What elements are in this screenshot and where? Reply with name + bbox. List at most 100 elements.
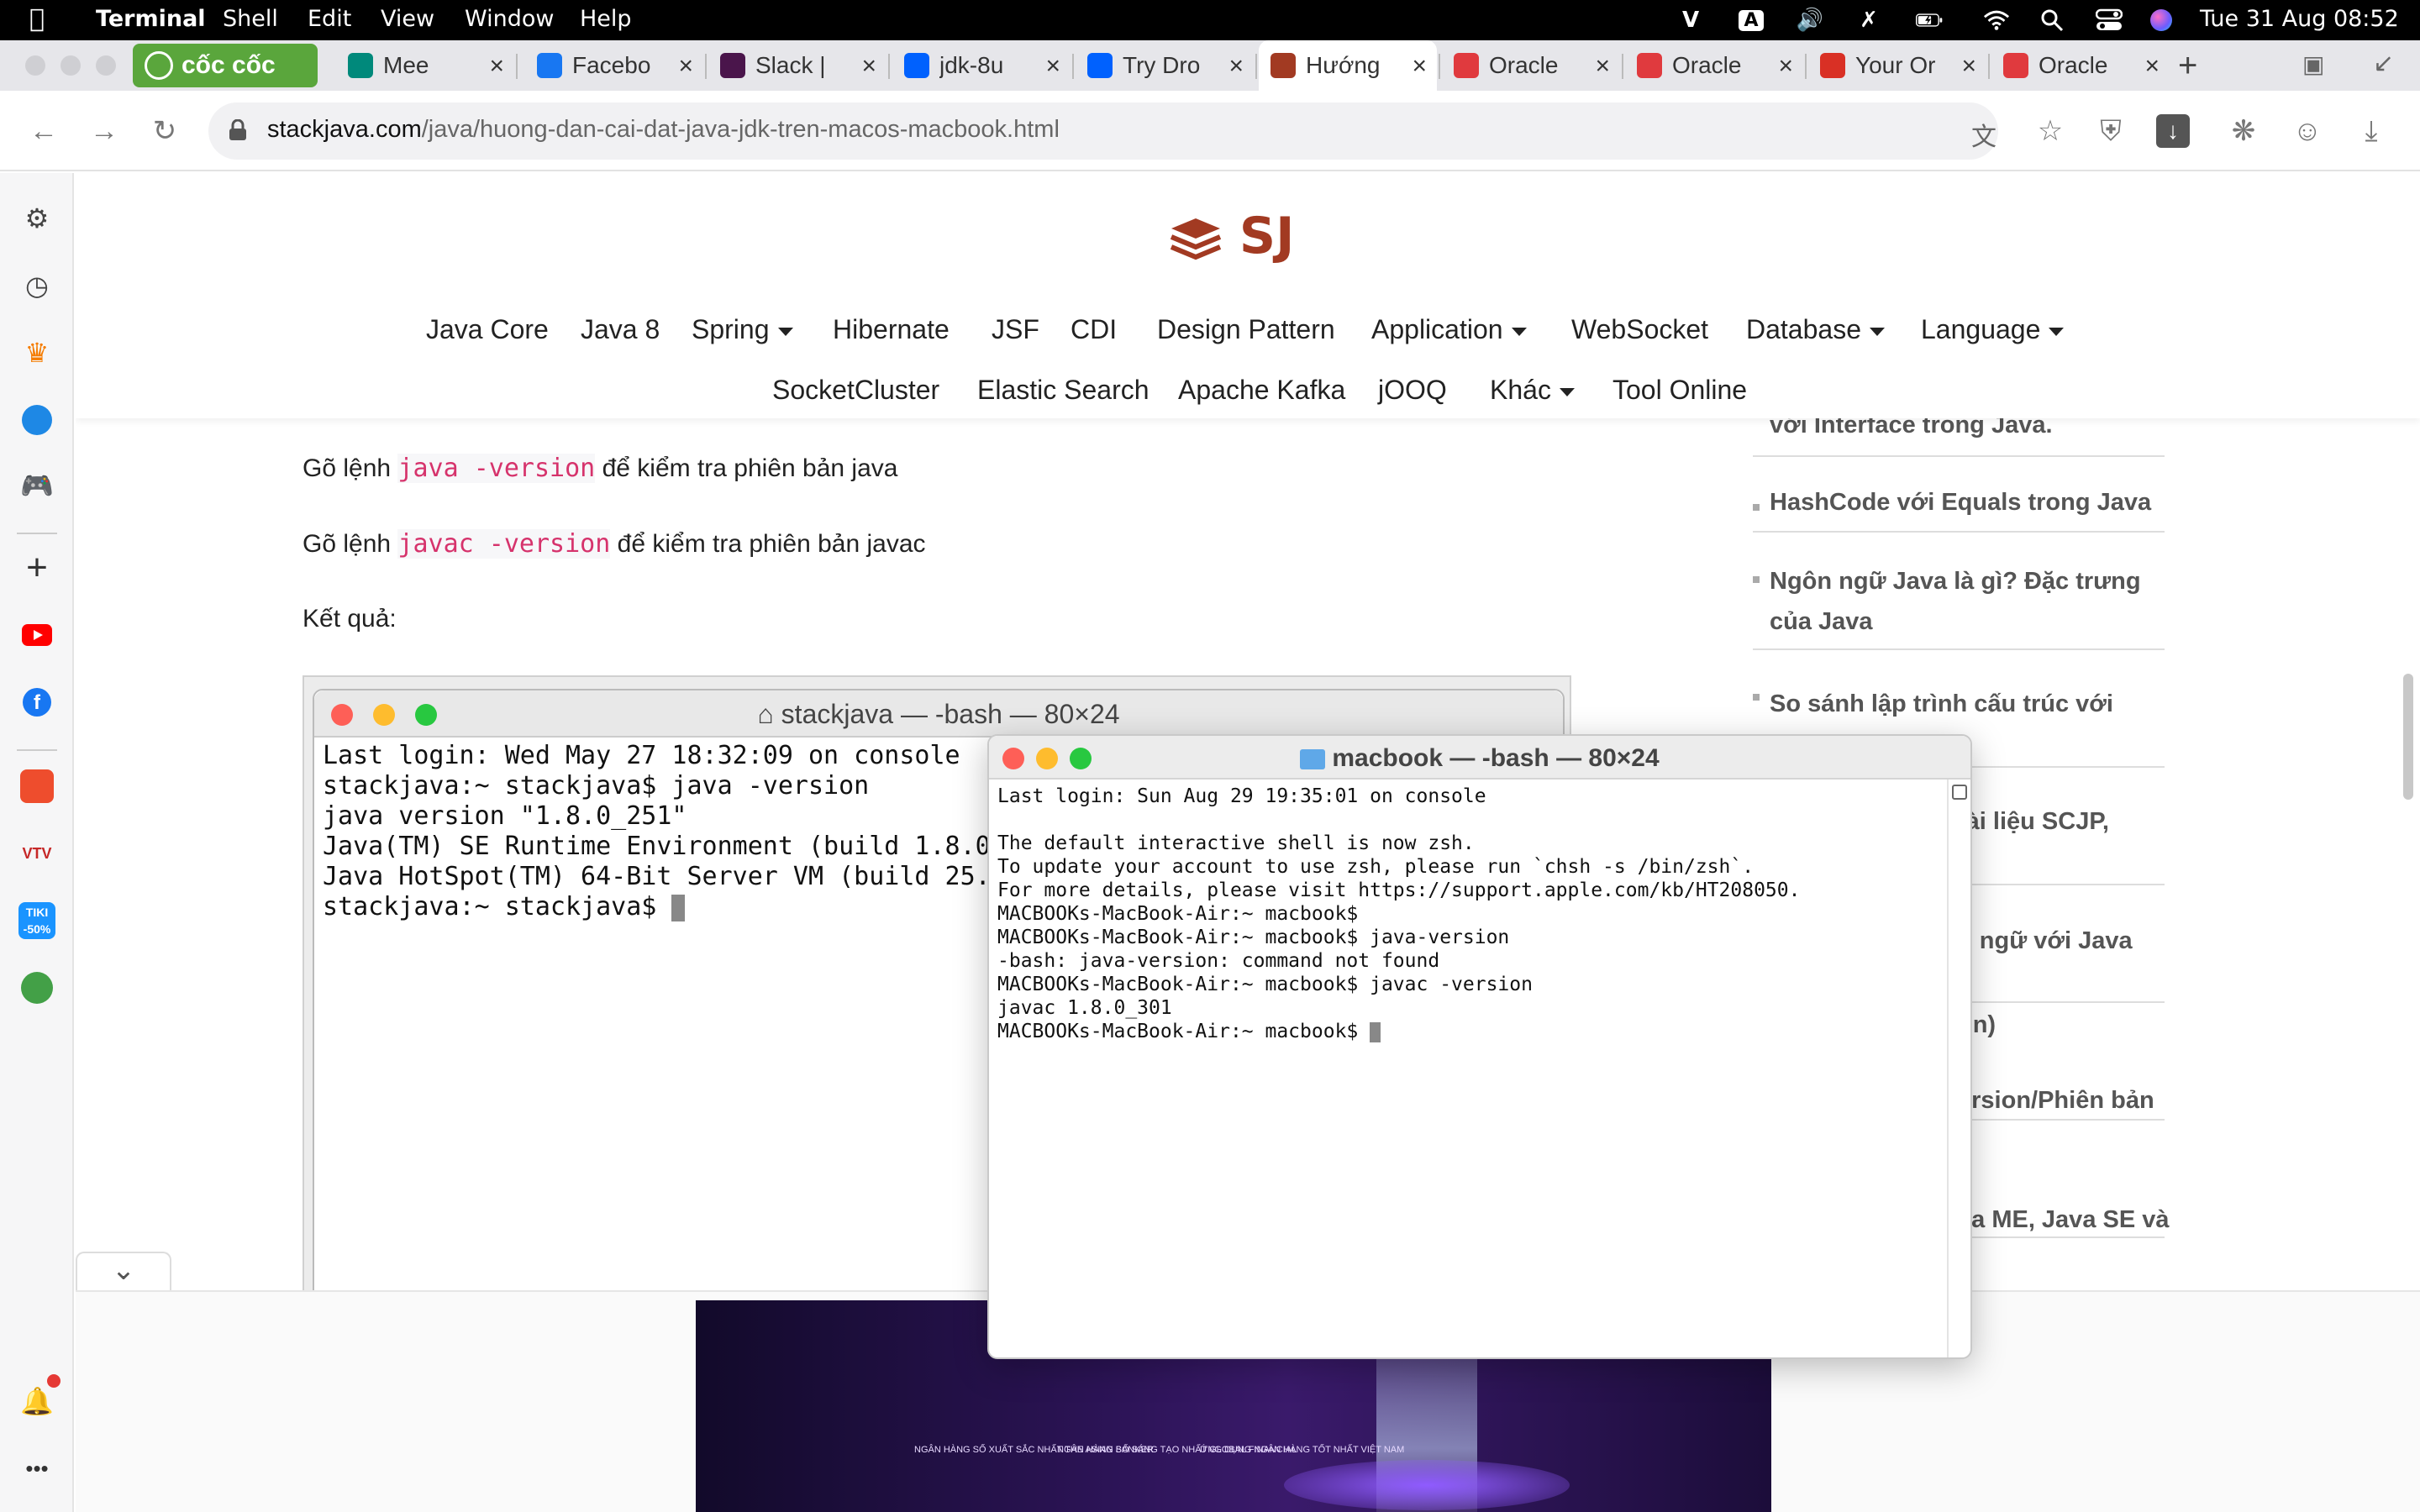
menu-shell[interactable]: Shell bbox=[223, 6, 278, 32]
sidebar-article-link[interactable]: HashCode với Equals trong Java bbox=[1770, 482, 2181, 522]
window-minimize-button[interactable] bbox=[60, 55, 81, 76]
site-logo[interactable]: SJ bbox=[1170, 207, 1294, 265]
menu-help[interactable]: Help bbox=[580, 6, 632, 32]
terminal-scrollbar[interactable] bbox=[1947, 780, 1970, 1357]
crown-icon[interactable]: ♛ bbox=[18, 334, 55, 371]
site-nav-item[interactable]: Java Core bbox=[426, 314, 549, 345]
site-nav-item[interactable]: jOOQ bbox=[1378, 375, 1447, 406]
site-nav-item[interactable]: SocketCluster bbox=[772, 375, 939, 406]
facebook-sidebar-icon[interactable]: f bbox=[18, 684, 55, 721]
browser-tab[interactable]: Facebo × bbox=[525, 40, 703, 91]
bookmark-star-icon[interactable]: ☆ bbox=[2033, 114, 2067, 148]
browser-tab[interactable]: Slack | × bbox=[708, 40, 886, 91]
download-media-icon[interactable]: ↓ bbox=[2156, 114, 2190, 148]
wifi-icon[interactable] bbox=[1983, 7, 2010, 34]
menu-window[interactable]: Window bbox=[465, 6, 554, 32]
football-icon[interactable] bbox=[18, 969, 55, 1006]
browser-tab[interactable]: Mee × bbox=[336, 40, 514, 91]
site-nav-item[interactable]: Tool Online bbox=[1612, 375, 1747, 406]
menu-edit[interactable]: Edit bbox=[308, 6, 351, 32]
history-icon[interactable]: ◷ bbox=[18, 267, 55, 304]
tab-close-icon[interactable]: × bbox=[1961, 52, 1976, 81]
extensions-icon[interactable]: ❋ bbox=[2227, 114, 2260, 148]
site-nav-item[interactable]: Language bbox=[1921, 314, 2064, 345]
input-source-icon[interactable]: A bbox=[1739, 9, 1764, 31]
menubar-app-name[interactable]: Terminal bbox=[96, 6, 206, 32]
tab-close-icon[interactable]: × bbox=[489, 52, 504, 81]
vtv-go-icon[interactable]: VTV bbox=[18, 835, 55, 872]
tab-close-icon[interactable]: × bbox=[1412, 52, 1427, 81]
back-button[interactable]: ← bbox=[27, 114, 60, 148]
browser-tab[interactable]: Your Or × bbox=[1808, 40, 1986, 91]
tab-close-icon[interactable]: × bbox=[1228, 52, 1244, 81]
browser-tab[interactable]: Try Dro × bbox=[1076, 40, 1254, 91]
bluetooth-icon[interactable]: ✗ bbox=[1855, 7, 1882, 34]
terminal-split-icon[interactable] bbox=[1952, 785, 1967, 800]
add-sidebar-item-icon[interactable]: + bbox=[18, 547, 55, 588]
terminal-titlebar[interactable]: macbook — -bash — 80×24 bbox=[989, 736, 1970, 780]
tab-close-icon[interactable]: × bbox=[1595, 52, 1610, 81]
tiki-icon[interactable]: TIKI -50% bbox=[18, 902, 55, 939]
url-text[interactable]: stackjava.com/java/huong-dan-cai-dat-jav… bbox=[267, 116, 1060, 144]
browser-tab[interactable]: Oracle × bbox=[1991, 40, 2170, 91]
settings-gear-icon[interactable]: ⚙ bbox=[18, 200, 55, 237]
site-nav-item[interactable]: Hibernate bbox=[833, 314, 950, 345]
sidebar-article-link[interactable]: So sánh lập trình cấu trúc với bbox=[1770, 684, 2181, 724]
browser-tab[interactable]: Hướng × bbox=[1259, 40, 1437, 91]
siri-icon[interactable] bbox=[2148, 7, 2175, 34]
browser-tab[interactable]: jdk-8u × bbox=[892, 40, 1071, 91]
tab-close-icon[interactable]: × bbox=[678, 52, 693, 81]
window-zoom-button[interactable] bbox=[96, 55, 116, 76]
site-nav-item[interactable]: Design Pattern bbox=[1157, 314, 1335, 345]
collapse-panel-button[interactable]: ⌄ bbox=[76, 1252, 171, 1294]
page-scrollbar-thumb[interactable] bbox=[2403, 674, 2413, 800]
site-nav-item[interactable]: CDI bbox=[1071, 314, 1117, 345]
screen-capture-icon[interactable]: ▣ bbox=[2302, 50, 2324, 78]
vpn-v-icon[interactable]: V bbox=[1677, 7, 1704, 34]
address-bar[interactable]: stackjava.com/java/huong-dan-cai-dat-jav… bbox=[208, 102, 1998, 160]
messenger-icon[interactable] bbox=[18, 402, 55, 438]
notification-bell-icon[interactable]: 🔔 bbox=[18, 1383, 55, 1420]
site-nav-item[interactable]: Khác bbox=[1490, 375, 1575, 406]
translate-icon[interactable]: 文 bbox=[1971, 116, 1996, 153]
adblock-shield-icon[interactable]: ⛨ bbox=[2094, 114, 2128, 148]
site-nav-item[interactable]: Apache Kafka bbox=[1178, 375, 1345, 406]
browser-tab[interactable]: Oracle × bbox=[1442, 40, 1620, 91]
window-close-button[interactable] bbox=[25, 55, 45, 76]
sidebar-article-link[interactable]: va ME, Java SE và bbox=[1958, 1200, 2176, 1240]
new-tab-button[interactable]: + bbox=[2178, 47, 2197, 85]
more-options-icon[interactable]: ••• bbox=[18, 1450, 55, 1487]
tab-close-icon[interactable]: × bbox=[2144, 52, 2160, 81]
spotlight-search-icon[interactable] bbox=[2039, 7, 2065, 34]
control-center-icon[interactable] bbox=[2096, 7, 2123, 34]
menu-view[interactable]: View bbox=[381, 6, 434, 32]
tab-close-icon[interactable]: × bbox=[861, 52, 876, 81]
apple-icon[interactable]:  bbox=[24, 4, 50, 34]
site-nav-item[interactable]: Elastic Search bbox=[977, 375, 1150, 406]
menubar-clock[interactable]: Tue 31 Aug 08:52 bbox=[2200, 6, 2399, 32]
youtube-icon[interactable] bbox=[18, 617, 55, 654]
browser-tab[interactable]: Oracle × bbox=[1625, 40, 1803, 91]
sidebar-article-link[interactable]: on) bbox=[1958, 1005, 2176, 1045]
site-nav-item[interactable]: Spring bbox=[692, 314, 793, 345]
sidebar-article-link[interactable]: tài liệu SCJP, bbox=[1958, 801, 2176, 842]
tab-close-icon[interactable]: × bbox=[1778, 52, 1793, 81]
site-nav-item[interactable]: Database bbox=[1746, 314, 1885, 345]
site-nav-item[interactable]: Application bbox=[1371, 314, 1527, 345]
lock-icon[interactable] bbox=[229, 118, 247, 141]
collapse-window-icon[interactable]: ↙ bbox=[2373, 49, 2394, 78]
terminal-window[interactable]: macbook — -bash — 80×24 Last login: Sun … bbox=[987, 734, 1972, 1359]
sidebar-article-link[interactable]: Ngôn ngữ Java là gì? Đặc trưng của Java bbox=[1770, 561, 2181, 642]
sidebar-article-link[interactable]: ersion/Phiên bản bbox=[1958, 1080, 2176, 1121]
coccoc-brand-tab[interactable]: cốc cốc bbox=[133, 44, 318, 87]
site-nav-item[interactable]: Java 8 bbox=[581, 314, 660, 345]
shopee-icon[interactable] bbox=[18, 768, 55, 805]
battery-icon[interactable] bbox=[1916, 7, 1943, 34]
site-nav-item[interactable]: JSF bbox=[992, 314, 1039, 345]
volume-icon[interactable]: 🔊 bbox=[1797, 7, 1823, 34]
gamepad-icon[interactable]: 🎮 bbox=[18, 467, 55, 504]
downloads-icon[interactable]: ⤓ bbox=[2354, 114, 2388, 148]
sidebar-article-link[interactable]: n ngữ với Java bbox=[1958, 921, 2176, 961]
profile-icon[interactable]: ☺ bbox=[2291, 114, 2324, 148]
site-nav-item[interactable]: WebSocket bbox=[1571, 314, 1708, 345]
